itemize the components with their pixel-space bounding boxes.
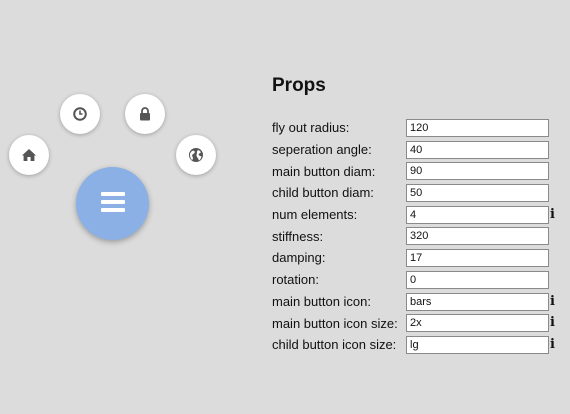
home-icon — [21, 148, 37, 162]
props-panel: Props fly out radius: seperation angle: … — [272, 74, 562, 356]
prop-row-damping: damping: — [272, 247, 562, 269]
clock-icon — [73, 107, 87, 121]
info-icon[interactable]: i — [550, 294, 555, 309]
child-button-icon-size-input[interactable] — [406, 335, 549, 354]
prop-row-num-elements: num elements: i — [272, 204, 562, 226]
info-icon[interactable]: i — [550, 207, 555, 222]
prop-label: main button diam: — [272, 163, 376, 179]
prop-label: rotation: — [272, 272, 319, 288]
prop-label: main button icon size: — [272, 315, 398, 331]
stiffness-input[interactable] — [406, 227, 549, 246]
prop-row-child-button-diam: child button diam: — [272, 182, 562, 204]
prop-label: fly out radius: — [272, 120, 350, 136]
info-icon[interactable]: i — [550, 337, 555, 352]
prop-row-fly-out-radius: fly out radius: — [272, 117, 562, 139]
home-button[interactable] — [9, 135, 49, 175]
damping-input[interactable] — [406, 249, 549, 268]
prop-row-main-button-icon-size: main button icon size: i — [272, 312, 562, 334]
prop-label: damping: — [272, 250, 326, 266]
prop-row-stiffness: stiffness: — [272, 225, 562, 247]
prop-label: child button icon size: — [272, 337, 397, 353]
rotation-input[interactable] — [406, 270, 549, 289]
flyout-menu — [0, 0, 250, 414]
main-menu-button[interactable] — [76, 167, 149, 240]
fly-out-radius-input[interactable] — [406, 119, 549, 137]
prop-row-child-button-icon-size: child button icon size: i — [272, 334, 562, 356]
main-button-icon-size-input[interactable] — [406, 314, 549, 333]
bars-icon — [100, 191, 125, 216]
prop-row-main-button-diam: main button diam: — [272, 160, 562, 182]
lock-icon — [139, 107, 151, 121]
prop-label: main button icon: — [272, 293, 372, 309]
prop-label: child button diam: — [272, 185, 374, 201]
seperation-angle-input[interactable] — [406, 140, 549, 159]
globe-icon — [188, 147, 204, 163]
main-button-diam-input[interactable] — [406, 162, 549, 181]
prop-row-rotation: rotation: — [272, 269, 562, 291]
prop-row-main-button-icon: main button icon: i — [272, 291, 562, 313]
main-button-icon-input[interactable] — [406, 292, 549, 311]
prop-label: stiffness: — [272, 228, 324, 244]
prop-label: num elements: — [272, 207, 358, 223]
clock-button[interactable] — [60, 94, 100, 134]
child-button-diam-input[interactable] — [406, 184, 549, 203]
globe-button[interactable] — [176, 135, 216, 175]
prop-row-seperation-angle: seperation angle: — [272, 139, 562, 161]
prop-label: seperation angle: — [272, 142, 372, 158]
lock-button[interactable] — [125, 94, 165, 134]
info-icon[interactable]: i — [550, 315, 555, 330]
num-elements-input[interactable] — [406, 205, 549, 224]
props-title: Props — [272, 75, 326, 96]
